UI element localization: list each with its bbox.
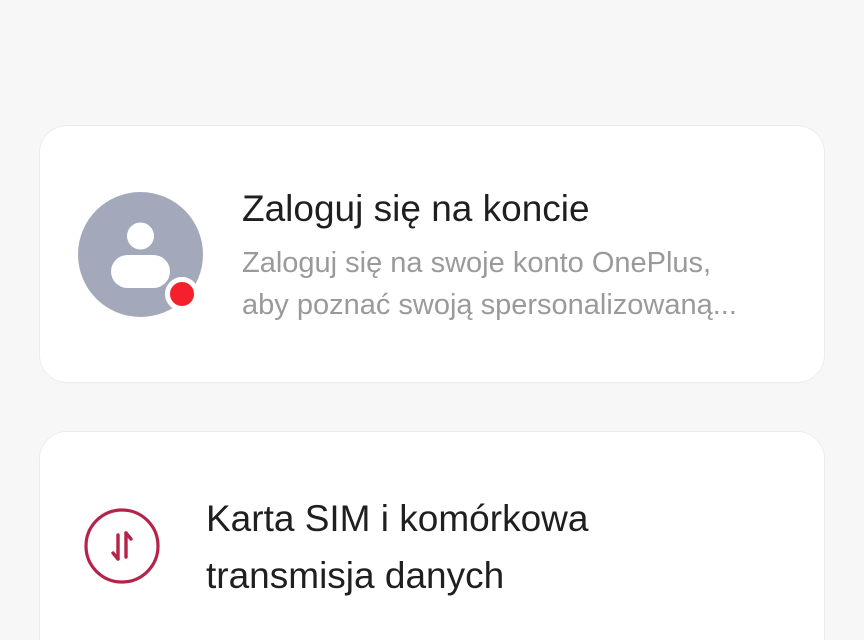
sim-title-line1: Karta SIM i komórkowa <box>206 498 589 539</box>
account-subtitle-line2: aby poznać swoją spersonalizowaną... <box>242 289 737 321</box>
account-subtitle: Zaloguj się na swoje konto OnePlus, aby … <box>242 242 797 326</box>
account-subtitle-line1: Zaloguj się na swoje konto OnePlus, <box>242 247 712 279</box>
sim-mobile-data-card[interactable]: Karta SIM i komórkowa transmisja danych <box>39 431 825 640</box>
settings-screen: Zaloguj się na koncie Zaloguj się na swo… <box>0 0 864 640</box>
account-title: Zaloguj się na koncie <box>242 188 590 229</box>
sim-card-title: Karta SIM i komórkowa transmisja danych <box>206 490 588 604</box>
data-transfer-icon <box>84 508 160 584</box>
account-login-card[interactable]: Zaloguj się na koncie Zaloguj się na swo… <box>39 125 825 383</box>
sim-title-line2: transmisja danych <box>206 555 505 596</box>
notification-dot <box>165 277 199 311</box>
